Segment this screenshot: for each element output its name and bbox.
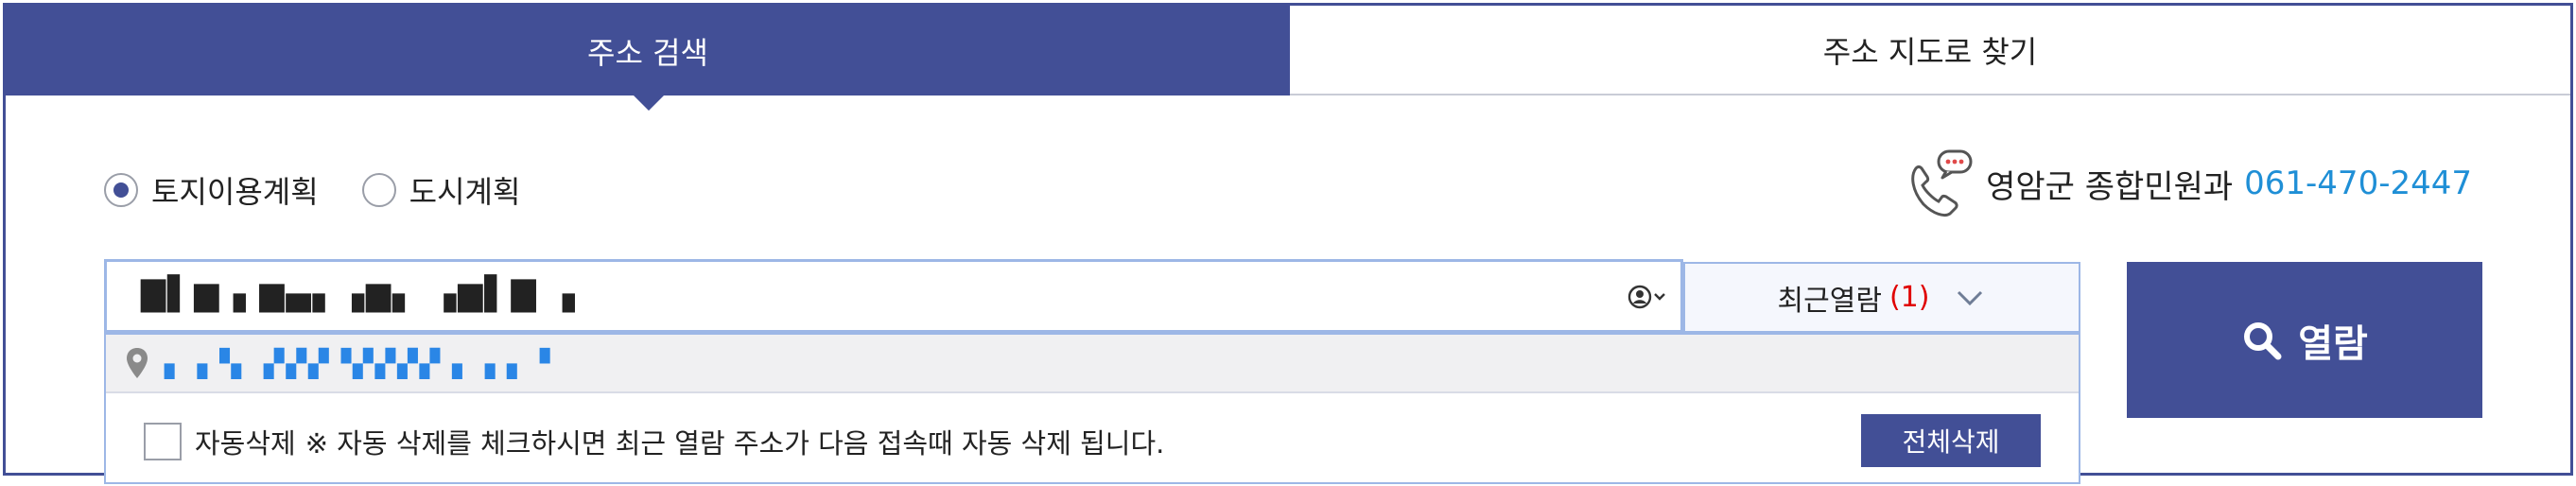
map-pin-icon — [127, 348, 148, 378]
chevron-down-icon — [1654, 293, 1665, 301]
radio-land-use-plan-label: 토지이용계획 — [151, 174, 319, 210]
address-search-input[interactable]: ▇▌▆▗ ▆▄▖▗▆▖ ▗▆▌▇ ▗ — [104, 259, 1683, 333]
tab-map-search-label: 주소 지도로 찾기 — [1822, 33, 2038, 70]
recent-view-item[interactable]: ▖▗▝▖ ▞▞▞▝▞▞▞▞ ▖▗ ▖▝ — [106, 335, 2079, 393]
recent-views-label: 최근열람 — [1777, 284, 1882, 318]
tab-map-search[interactable]: 주소 지도로 찾기 — [1290, 6, 2570, 95]
chevron-down-icon — [1958, 290, 1983, 305]
radio-land-use-plan-circle[interactable] — [104, 173, 138, 207]
search-icon — [2244, 321, 2282, 359]
plan-type-radio-group: 토지이용계획 도시계획 — [104, 168, 564, 212]
address-search-panel: 주소 검색 주소 지도로 찾기 토지이용계획 도시계획 영암군 종합민원과 06… — [3, 3, 2573, 484]
recent-views-button[interactable]: 최근열람 (1) — [1683, 262, 2080, 333]
contact-department: 영암군 종합민원과 — [1986, 167, 2234, 206]
contact-info: 영암군 종합민원과 061-470-2447 — [1903, 148, 2472, 219]
tab-address-search-label: 주소 검색 — [587, 34, 708, 71]
auto-delete-label: 자동삭제 — [195, 427, 296, 460]
radio-urban-plan[interactable]: 도시계획 — [361, 168, 521, 212]
recent-views-count: (1) — [1888, 281, 1930, 314]
user-select-dropdown[interactable] — [1622, 281, 1673, 313]
contact-phone-number[interactable]: 061-470-2447 — [2244, 165, 2472, 202]
user-circle-icon — [1627, 285, 1652, 309]
recent-views-dropdown: ▖▗▝▖ ▞▞▞▝▞▞▞▞ ▖▗ ▖▝ 자동삭제 ※ 자동 삭제를 체크하시면 … — [104, 333, 2080, 484]
recent-view-item-text: ▖▗▝▖ ▞▞▞▝▞▞▞▞ ▖▗ ▖▝ — [165, 347, 552, 379]
view-button[interactable]: 열람 — [2127, 262, 2482, 418]
radio-land-use-plan[interactable]: 토지이용계획 — [104, 168, 319, 212]
address-search-value[interactable]: ▇▌▆▗ ▆▄▖▗▆▖ ▗▆▌▇ ▗ — [141, 275, 577, 313]
phone-chat-icon — [1911, 149, 1973, 217]
auto-delete-checkbox[interactable] — [144, 423, 182, 460]
view-button-label: 열람 — [2298, 321, 2368, 366]
radio-urban-plan-label: 도시계획 — [409, 174, 521, 210]
auto-delete-row: 자동삭제 ※ 자동 삭제를 체크하시면 최근 열람 주소가 다음 접속때 자동 … — [144, 422, 1164, 461]
auto-delete-note: ※ 자동 삭제를 체크하시면 최근 열람 주소가 다음 접속때 자동 삭제 됩니… — [305, 427, 1165, 460]
active-tab-caret — [634, 95, 664, 111]
tab-address-search[interactable]: 주소 검색 — [6, 6, 1290, 111]
clear-all-button[interactable]: 전체삭제 — [1861, 414, 2041, 467]
radio-urban-plan-circle[interactable] — [361, 173, 396, 207]
